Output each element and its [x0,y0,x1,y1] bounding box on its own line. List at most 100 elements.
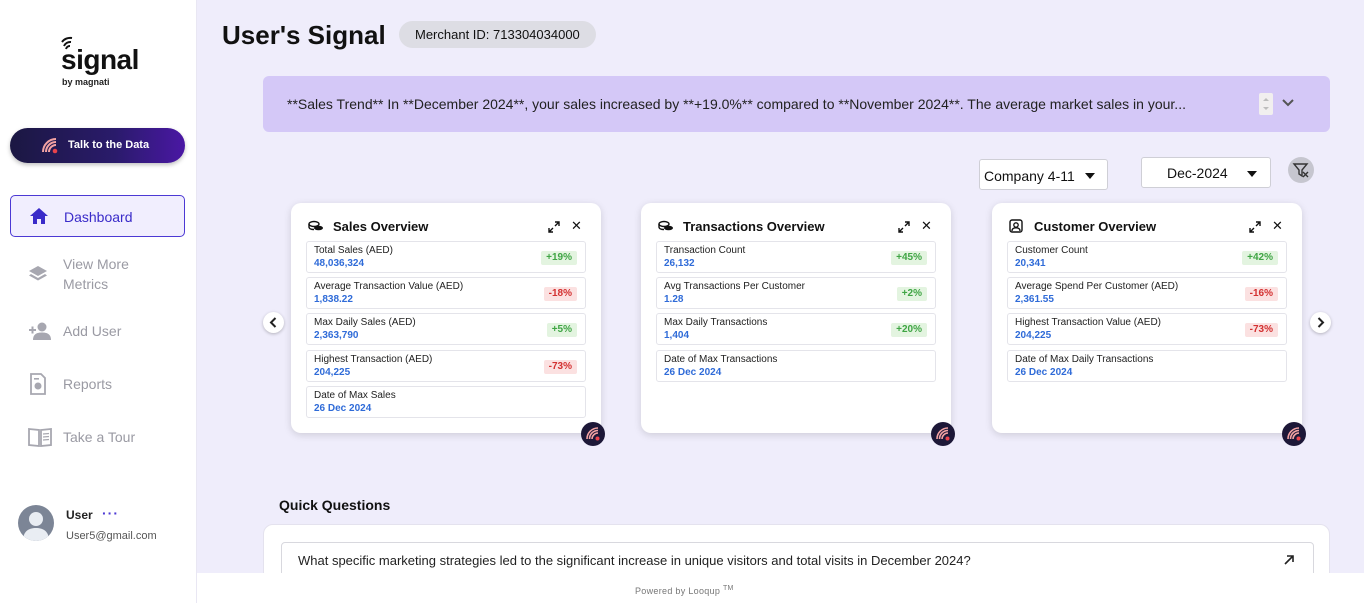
signal-wave-icon [586,427,600,441]
coins-icon [308,220,323,231]
brand-tagline: by magnati [62,77,110,87]
metric-label: Transaction Count [664,245,746,256]
book-icon [28,428,52,447]
insight-banner[interactable]: **Sales Trend** In **December 2024**, yo… [263,76,1330,132]
metric-label: Highest Transaction Value (AED) [1015,317,1161,328]
expand-icon[interactable] [548,221,560,233]
signal-chat-button[interactable] [931,422,955,446]
metric-value: 1.28 [664,294,684,305]
metric-value: 20,341 [1015,258,1046,269]
metric-row: Max Daily Transactions 1,404 +20% [656,313,936,345]
user-profile[interactable]: User ··· User5@gmail.com [18,505,188,545]
metric-label: Max Daily Transactions [664,317,768,328]
metric-row: Highest Transaction (AED) 204,225 -73% [306,350,586,382]
change-badge: +5% [546,323,577,337]
signal-logo[interactable]: signal by magnati [60,36,150,92]
brand-name: signal [61,44,139,75]
metric-label: Max Daily Sales (AED) [314,317,416,328]
user-badge-icon [1009,219,1023,233]
metric-row: Max Daily Sales (AED) 2,363,790 +5% [306,313,586,345]
arrow-up-right-icon [1284,555,1294,565]
carousel-prev-button[interactable] [263,312,284,333]
sidebar-item-view-more-metrics[interactable]: View More Metrics [10,254,185,296]
metric-row: Date of Max Transactions 26 Dec 2024 [656,350,936,382]
home-icon [30,208,48,224]
metric-row: Highest Transaction Value (AED) 204,225 … [1007,313,1287,345]
caret-down-icon [1247,171,1257,177]
signal-wave-icon [1287,427,1301,441]
company-select-value: Company 4-11 [984,168,1075,184]
stepper-arrows-icon [1263,98,1269,110]
change-badge: +19% [541,251,577,265]
carousel-next-button[interactable] [1310,312,1331,333]
trademark-mark: TM [722,585,734,592]
metric-label: Highest Transaction (AED) [314,354,433,365]
card-title: Transactions Overview [683,219,825,234]
change-badge: -73% [543,360,577,374]
metric-row: Avg Transactions Per Customer 1.28 +2% [656,277,936,309]
filter-reset-icon [1292,163,1309,178]
signal-chat-button[interactable] [581,422,605,446]
talk-to-data-label: Talk to the Data [68,139,150,151]
card-title: Sales Overview [333,219,429,234]
change-badge: -18% [543,287,577,301]
close-icon[interactable]: ✕ [921,218,932,234]
close-icon[interactable]: ✕ [571,218,582,234]
change-badge: +45% [891,251,927,265]
signal-wave-icon [936,427,950,441]
insight-text: **Sales Trend** In **December 2024**, yo… [287,96,1186,112]
metric-row: Total Sales (AED) 48,036,324 +19% [306,241,586,273]
customer-overview-card: Customer Overview ✕ Customer Count 20,34… [992,203,1302,433]
company-select[interactable]: Company 4-11 [979,159,1108,190]
signal-chat-button[interactable] [1282,422,1306,446]
change-badge: +20% [891,323,927,337]
sidebar-item-label: Take a Tour [63,429,136,445]
metric-row: Average Spend Per Customer (AED) 2,361.5… [1007,277,1287,309]
coins-icon [658,220,673,231]
sidebar-item-add-user[interactable]: Add User [10,320,185,344]
metric-value: 2,363,790 [314,330,359,341]
add-user-icon [29,322,51,340]
avatar [18,505,54,541]
banner-scroll-stepper[interactable] [1259,93,1273,115]
metric-row: Date of Max Daily Transactions 26 Dec 20… [1007,350,1287,382]
sidebar-item-take-a-tour[interactable]: Take a Tour [10,426,185,450]
metric-value: 1,404 [664,330,690,341]
transactions-overview-card: Transactions Overview ✕ Transaction Coun… [641,203,951,433]
metric-value: 204,225 [1015,330,1052,341]
expand-icon[interactable] [898,221,910,233]
metric-label: Total Sales (AED) [314,245,393,256]
metric-row: Average Transaction Value (AED) 1,838.22… [306,277,586,309]
footer: Powered by Looqup TM [197,573,1364,603]
signal-wave-icon [42,138,58,154]
talk-to-data-button[interactable]: Talk to the Data [10,128,185,163]
sidebar-item-dashboard[interactable]: Dashboard [10,195,185,237]
user-name: User [66,508,93,522]
sidebar-item-reports[interactable]: Reports [10,373,185,397]
user-more-button[interactable]: ··· [102,505,119,521]
period-select[interactable]: Dec-2024 [1141,157,1271,188]
change-badge: +2% [896,287,927,301]
sales-overview-card: Sales Overview ✕ Total Sales (AED) 48,03… [291,203,601,433]
metric-label: Customer Count [1015,245,1088,256]
chevron-down-icon[interactable] [1281,96,1295,110]
metric-label: Date of Max Sales [314,390,396,401]
close-icon[interactable]: ✕ [1272,218,1283,234]
user-avatar-icon [23,512,49,541]
metric-label: Average Transaction Value (AED) [314,281,464,292]
card-title: Customer Overview [1034,219,1157,234]
expand-icon[interactable] [1249,221,1261,233]
clear-filter-button[interactable] [1288,157,1314,183]
metric-value: 2,361.55 [1015,294,1054,305]
metric-value: 48,036,324 [314,258,365,269]
sidebar-item-label: Dashboard [64,209,133,225]
metric-label: Date of Max Daily Transactions [1015,354,1154,365]
page-title: User's Signal [222,20,386,50]
metric-value: 26 Dec 2024 [314,403,372,414]
chevron-left-icon [269,317,277,328]
change-badge: -16% [1244,287,1278,301]
quick-questions-title: Quick Questions [279,497,391,513]
powered-by-label: Powered by Looqup [635,586,721,596]
sidebar-item-label: Add User [63,323,122,339]
metric-label: Avg Transactions Per Customer [664,281,805,292]
